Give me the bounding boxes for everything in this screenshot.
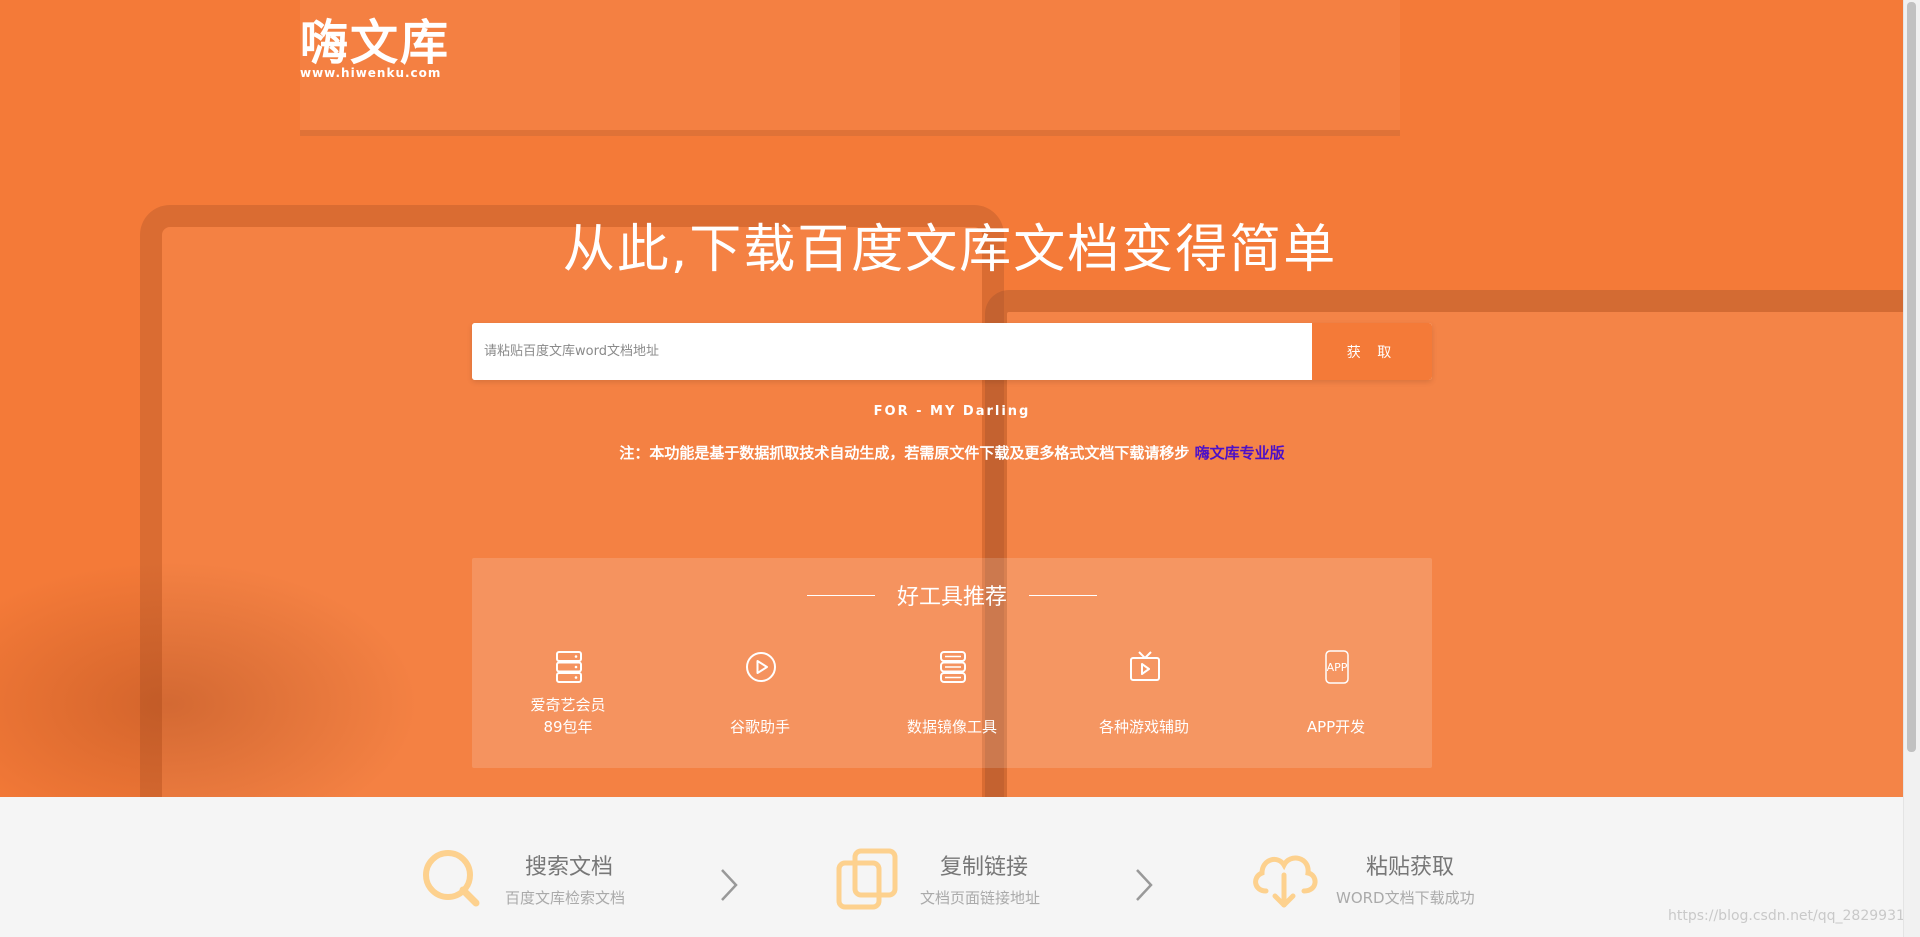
step-search: 搜索文档 百度文库检索文档 xyxy=(420,797,650,937)
steps-section: 搜索文档 百度文库检索文档 复制链接 文档页面链接地址 粘贴获取 WORD文档下… xyxy=(0,797,1903,937)
chevron-right-icon xyxy=(721,869,738,901)
step-copy-link: 复制链接 文档页面链接地址 xyxy=(835,797,1065,937)
logo-url: www.hiwenku.com xyxy=(300,66,442,80)
dedication-text: FOR - MY Darling xyxy=(873,404,1031,419)
copy-icon xyxy=(836,848,898,910)
server-stack-icon xyxy=(556,651,582,683)
tool-google-helper[interactable]: 谷歌助手 xyxy=(664,650,856,760)
chevron-right-icon xyxy=(1136,869,1153,901)
tool-label: APP开发 xyxy=(1240,694,1432,738)
step-description: 文档页面链接地址 xyxy=(920,889,1041,907)
tool-label-line2: APP开发 xyxy=(1306,718,1366,736)
app-icon: APP xyxy=(1325,650,1349,684)
tools-list: 爱奇艺会员 89包年 谷歌助手 数据镜像工具 各种游戏辅助 APP APP开发 xyxy=(472,650,1432,760)
notice-message: 注：本功能是基于数据抓取技术自动生成，若需原文件下载及更多格式文档下载请移步 xyxy=(619,444,1190,462)
divider xyxy=(806,594,875,596)
tool-label-line2: 数据镜像工具 xyxy=(906,718,997,736)
database-icon xyxy=(940,651,966,683)
tool-iqiyi-membership[interactable]: 爱奇艺会员 89包年 xyxy=(472,650,664,760)
tool-label: 谷歌助手 xyxy=(664,694,856,738)
notice-text: 注：本功能是基于数据抓取技术自动生成，若需原文件下载及更多格式文档下载请移步 嗨… xyxy=(472,442,1432,463)
search-bar: 获 取 xyxy=(472,323,1432,380)
tools-panel: 好工具推荐 爱奇艺会员 89包年 谷歌助手 数据镜像工具 各种游戏辅助 APP … xyxy=(472,558,1432,768)
tool-label-line2: 各种游戏辅助 xyxy=(1098,718,1189,736)
tool-app-development[interactable]: APP APP开发 xyxy=(1240,650,1432,760)
fetch-button[interactable]: 获 取 xyxy=(1312,323,1432,380)
divider xyxy=(1029,594,1097,596)
tool-label-line2: 谷歌助手 xyxy=(729,718,790,736)
tool-label-line1 xyxy=(856,694,1048,716)
cloud-download-icon xyxy=(1253,855,1318,908)
step-title: 粘贴获取 xyxy=(1366,855,1455,880)
tool-data-mirror[interactable]: 数据镜像工具 xyxy=(856,650,1048,760)
tools-heading: 好工具推荐 xyxy=(472,580,1432,610)
tv-play-icon xyxy=(1130,651,1160,681)
tool-label-line1: 爱奇艺会员 xyxy=(530,696,606,714)
tool-label: 数据镜像工具 xyxy=(856,694,1048,738)
document-url-input[interactable] xyxy=(472,323,1312,380)
step-description: WORD文档下载成功 xyxy=(1336,889,1475,907)
tool-label: 爱奇艺会员 89包年 xyxy=(472,694,664,738)
scrollbar-thumb[interactable] xyxy=(1907,2,1916,752)
tool-label-line1 xyxy=(1240,694,1432,716)
tool-label-line1 xyxy=(664,694,856,716)
site-logo[interactable]: 嗨文库 www.hiwenku.com xyxy=(300,18,450,83)
pro-version-link[interactable]: 嗨文库专业版 xyxy=(1195,444,1285,462)
watermark: https://blog.csdn.net/qq_28299311 xyxy=(1668,908,1914,924)
tool-label-line2: 89包年 xyxy=(543,718,593,736)
step-title: 复制链接 xyxy=(940,855,1029,880)
logo-text: 嗨文库 xyxy=(300,15,451,71)
search-icon xyxy=(423,850,480,907)
play-circle-icon xyxy=(746,652,776,682)
tool-label-line1 xyxy=(1048,694,1240,716)
svg-text:APP: APP xyxy=(1327,661,1348,674)
step-title: 搜索文档 xyxy=(525,855,614,880)
step-paste-fetch: 粘贴获取 WORD文档下载成功 xyxy=(1248,797,1508,937)
tools-title: 好工具推荐 xyxy=(896,585,1007,610)
page-headline: 从此,下载百度文库文档变得简单 xyxy=(562,220,1338,280)
hero-banner: 嗨文库 www.hiwenku.com 从此,下载百度文库文档变得简单 获 取 … xyxy=(0,0,1903,797)
tool-game-assist[interactable]: 各种游戏辅助 xyxy=(1048,650,1240,760)
step-description: 百度文库检索文档 xyxy=(505,889,626,907)
background-plant xyxy=(0,560,420,797)
tool-label: 各种游戏辅助 xyxy=(1048,694,1240,738)
background-shelf xyxy=(300,0,1400,136)
